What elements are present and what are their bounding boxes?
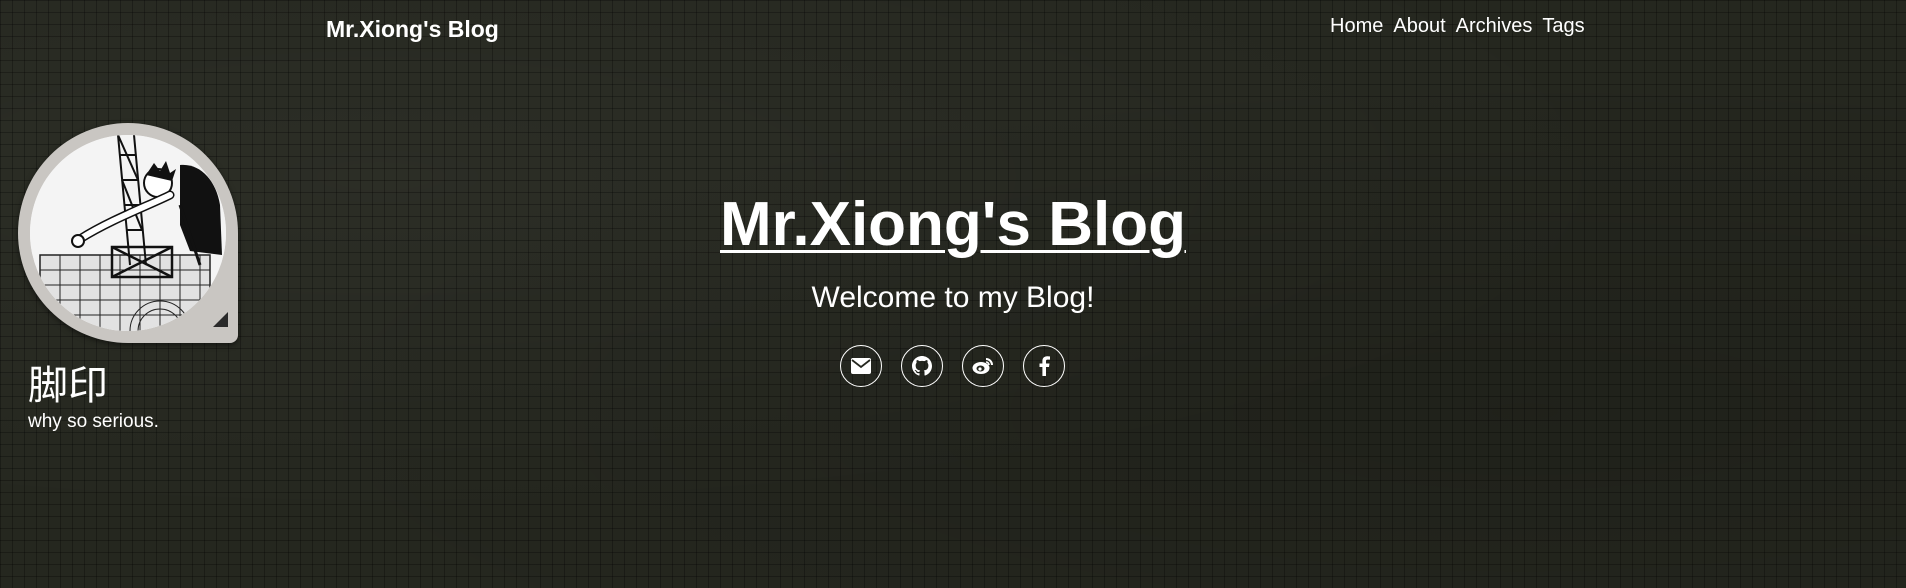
nav-link-about[interactable]: About	[1393, 15, 1445, 38]
nav-links: Home About Archives Tags	[1330, 15, 1585, 38]
weibo-button[interactable]	[962, 345, 1004, 387]
nav-link-home[interactable]: Home	[1330, 15, 1383, 38]
github-icon	[912, 356, 932, 376]
top-navbar: Mr.Xiong's Blog Home About Archives Tags	[0, 0, 1906, 60]
nav-link-tags[interactable]: Tags	[1542, 15, 1584, 38]
email-button[interactable]	[840, 345, 882, 387]
facebook-icon	[1039, 356, 1050, 376]
hero-title-link[interactable]: Mr.Xiong's Blog	[720, 190, 1186, 259]
nav-link-archives[interactable]: Archives	[1456, 15, 1533, 38]
brand-link[interactable]: Mr.Xiong's Blog	[326, 16, 499, 43]
weibo-icon	[972, 358, 993, 374]
profile-name: 脚印	[28, 364, 108, 408]
profile-motto: why so serious.	[28, 411, 159, 432]
facebook-button[interactable]	[1023, 345, 1065, 387]
social-links	[840, 345, 1065, 387]
envelope-icon	[851, 358, 871, 374]
hero-title: Mr.Xiong's Blog	[0, 188, 1906, 262]
hero-subtitle: Welcome to my Blog!	[811, 281, 1095, 314]
github-button[interactable]	[901, 345, 943, 387]
